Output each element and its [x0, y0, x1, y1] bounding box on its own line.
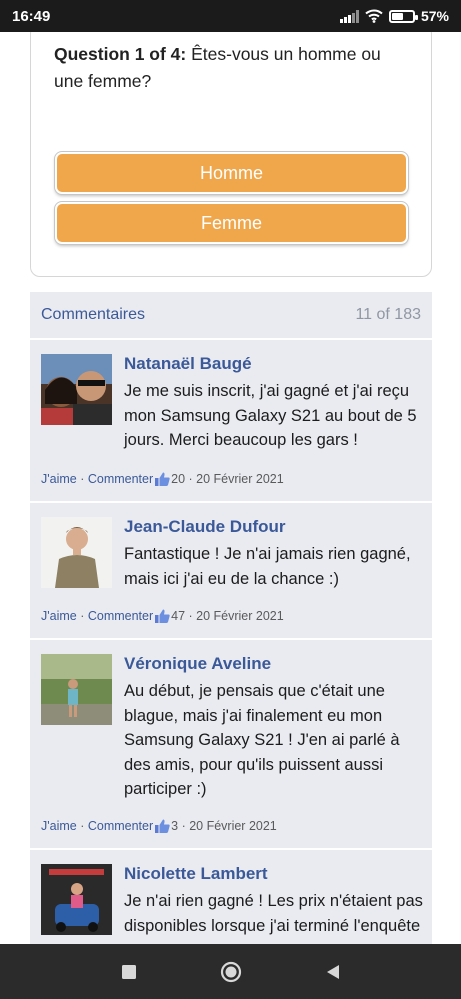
- status-icons: 57%: [339, 8, 449, 24]
- quiz-question: Question 1 of 4: Êtes-vous un homme ou u…: [54, 41, 414, 95]
- recents-button[interactable]: [114, 957, 144, 987]
- quiz-card: Question 1 of 4: Êtes-vous un homme ou u…: [30, 32, 432, 277]
- like-count: 3: [171, 819, 179, 833]
- comment-text: Je n'ai rien gagné ! Les prix n'étaient …: [124, 892, 423, 935]
- comments-section: Commentaires 11 of 183 Natanaël Baugé Je…: [30, 292, 432, 944]
- comment-item: Nicolette Lambert Je n'ai rien gagné ! L…: [30, 852, 432, 944]
- thumbs-up-icon: [155, 609, 170, 623]
- wifi-icon: [365, 9, 383, 23]
- battery-icon: [388, 9, 418, 23]
- reply-link[interactable]: Commenter: [88, 472, 153, 486]
- commenter-name[interactable]: Véronique Aveline: [124, 654, 271, 674]
- comment-date: 20 Février 2021: [196, 609, 284, 623]
- like-link[interactable]: J'aime: [41, 609, 77, 623]
- commenter-name[interactable]: Nicolette Lambert: [124, 864, 268, 884]
- commenter-name[interactable]: Jean-Claude Dufour: [124, 517, 286, 537]
- thumbs-up-icon: [155, 819, 170, 833]
- answer-button-homme[interactable]: Homme: [55, 152, 408, 194]
- like-link[interactable]: J'aime: [41, 819, 77, 833]
- home-circle-icon: [220, 961, 241, 982]
- answer-button-femme[interactable]: Femme: [55, 202, 408, 244]
- reply-link[interactable]: Commenter: [88, 609, 153, 623]
- battery-percent: 57%: [420, 8, 449, 24]
- like-count: 47: [171, 609, 186, 623]
- comment-meta: J'aime · Commenter 3 · 20 Février 2021: [41, 819, 277, 833]
- reply-link[interactable]: Commenter: [88, 819, 153, 833]
- signal-icon: [339, 9, 359, 23]
- navigation-bar: [0, 944, 461, 999]
- comment-text: Au début, je pensais que c'était une bla…: [124, 682, 400, 798]
- like-link[interactable]: J'aime: [41, 472, 77, 486]
- comment-date: 20 Février 2021: [189, 819, 277, 833]
- comment-meta: J'aime · Commenter 47 · 20 Février 2021: [41, 609, 284, 623]
- comment-text: Fantastique ! Je n'ai jamais rien gagné,…: [124, 545, 411, 588]
- thumbs-up-icon: [155, 472, 170, 486]
- status-bar: 16:49 57%: [0, 0, 461, 32]
- comment-item: Natanaël Baugé Je me suis inscrit, j'ai …: [30, 342, 432, 503]
- avatar: [41, 654, 112, 725]
- avatar: [41, 864, 112, 935]
- question-number: Question 1 of 4:: [54, 44, 187, 64]
- comment-item: Jean-Claude Dufour Fantastique ! Je n'ai…: [30, 505, 432, 640]
- avatar: [41, 354, 112, 425]
- comment-item: Véronique Aveline Au début, je pensais q…: [30, 642, 432, 850]
- back-button[interactable]: [318, 957, 348, 987]
- comment-meta: J'aime · Commenter 20 · 20 Février 2021: [41, 472, 284, 486]
- avatar: [41, 517, 112, 588]
- status-time: 16:49: [12, 7, 51, 25]
- page-content: Question 1 of 4: Êtes-vous un homme ou u…: [0, 32, 461, 944]
- home-button[interactable]: [216, 957, 246, 987]
- comments-title: Commentaires: [41, 306, 146, 323]
- back-triangle-icon: [326, 964, 339, 979]
- comment-text: Je me suis inscrit, j'ai gagné et j'ai r…: [124, 382, 417, 449]
- comment-date: 20 Février 2021: [196, 472, 284, 486]
- commenter-name[interactable]: Natanaël Baugé: [124, 354, 252, 374]
- comments-count: 11 of 183: [355, 306, 421, 323]
- like-count: 20: [171, 472, 186, 486]
- square-icon: [121, 964, 136, 979]
- comments-header: Commentaires 11 of 183: [30, 292, 432, 340]
